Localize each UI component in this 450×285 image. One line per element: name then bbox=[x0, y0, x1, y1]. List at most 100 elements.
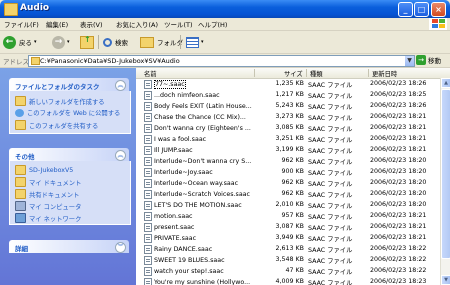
file-row[interactable]: Interlude~Scratch Voices.saac 962 KB SAAC … bbox=[136, 189, 450, 199]
file-size: 1,235 KB bbox=[275, 80, 304, 87]
file-name-cell[interactable]: I was a fool.saac bbox=[144, 135, 252, 144]
file-name-cell[interactable]: Interlude~Scratch Voices.saac bbox=[144, 190, 252, 199]
menu-view[interactable]: 表示(V) bbox=[80, 19, 103, 29]
task-new-folder[interactable]: 新しいフォルダを作成する bbox=[15, 96, 105, 106]
chevron-down-icon: ▾ bbox=[34, 39, 37, 45]
file-row[interactable]: watch your step!.saac 47 KB SAAC ファイル 2006/… bbox=[136, 266, 450, 276]
file-row[interactable]: LET'S DO THE MOTION.saac 2,010 KB SAAC ファイ… bbox=[136, 200, 450, 210]
file-type: SAAC ファイル bbox=[308, 247, 353, 254]
file-row[interactable]: Interlude~Don't wanna cry S... 962 KB SAAC… bbox=[136, 156, 450, 166]
file-name-cell[interactable]: present.saac bbox=[144, 223, 252, 232]
column-divider[interactable] bbox=[368, 69, 369, 77]
file-row[interactable]: SWEET 19 BLUES.saac 3,548 KB SAAC ファイル 2006… bbox=[136, 255, 450, 265]
file-type: SAAC ファイル bbox=[308, 203, 353, 210]
file-name-cell[interactable]: ...doch nimfeon.saac bbox=[144, 91, 252, 100]
file-name-cell[interactable]: PRIVATE.saac bbox=[144, 234, 252, 243]
file-row[interactable]: Interlude~Joy.saac 900 KB SAAC ファイル 2006/02… bbox=[136, 167, 450, 177]
address-bar: アドレス(D) C:¥Panasonic¥Data¥SD-Jukebox¥SV¥… bbox=[0, 54, 450, 68]
forward-button[interactable]: → ▾ bbox=[52, 34, 70, 50]
scroll-up-button[interactable]: ▲ bbox=[441, 78, 450, 88]
file-row[interactable]: Body Feels EXIT (Latin House... 5,243 KB S… bbox=[136, 101, 450, 111]
vertical-scrollbar[interactable]: ▲ ▼ bbox=[440, 78, 450, 285]
file-row[interactable]: PRIVATE.saac 3,949 KB SAAC ファイル 2006/02/23 … bbox=[136, 233, 450, 243]
views-icon bbox=[186, 36, 199, 48]
file-row[interactable]: Interlude~Ocean way.saac 962 KB SAAC ファイル 2… bbox=[136, 178, 450, 188]
file-name-cell[interactable]: Chase the Chance (CC Mix)... bbox=[144, 113, 252, 122]
file-name-cell[interactable]: Don't wanna cry (Eighteen's ... bbox=[144, 124, 252, 133]
task-share-folder[interactable]: このフォルダを共有する bbox=[15, 120, 98, 130]
file-list[interactable]: 名前 サイズ 種類 更新日時 77~.saac 1,235 KB SAAC ファイル… bbox=[136, 68, 450, 285]
file-row[interactable]: Chase the Chance (CC Mix)... 3,273 KB SAAC… bbox=[136, 112, 450, 122]
file-name-cell[interactable]: Interlude~Don't wanna cry S... bbox=[144, 157, 252, 166]
place-my-network[interactable]: マイ ネットワーク bbox=[15, 213, 81, 223]
scroll-down-button[interactable]: ▼ bbox=[441, 275, 450, 285]
minimize-button[interactable]: _ bbox=[398, 2, 413, 17]
close-button[interactable]: × bbox=[431, 2, 446, 17]
file-row[interactable]: Rainy DANCE.saac 2,613 KB SAAC ファイル 2006/02… bbox=[136, 244, 450, 254]
collapse-icon[interactable]: ︽ bbox=[115, 80, 126, 91]
address-dropdown-button[interactable]: ▼ bbox=[405, 56, 414, 66]
place-my-computer[interactable]: マイ コンピュータ bbox=[15, 201, 81, 211]
column-name[interactable]: 名前 bbox=[144, 69, 157, 78]
file-type: SAAC ファイル bbox=[308, 258, 353, 265]
file-row[interactable]: 77~.saac 1,235 KB SAAC ファイル 2006/02/23 18:2… bbox=[136, 79, 450, 89]
address-field[interactable]: C:¥Panasonic¥Data¥SD-Jukebox¥SV¥Audio ▼ bbox=[28, 55, 415, 67]
place-my-documents[interactable]: マイ ドキュメント bbox=[15, 177, 81, 187]
column-date[interactable]: 更新日時 bbox=[372, 69, 397, 78]
file-name-cell[interactable]: SWEET 19 BLUES.saac bbox=[144, 256, 252, 265]
file-row[interactable]: You're my sunshine (Hollywo... 4,009 KB SA… bbox=[136, 277, 450, 285]
back-button[interactable]: ← 戻る ▾ bbox=[3, 34, 37, 50]
tasks-panel-header[interactable]: ファイルとフォルダのタスク ︽ bbox=[9, 78, 129, 91]
task-publish-web[interactable]: このフォルダを Web に公開する bbox=[15, 108, 120, 117]
file-row[interactable]: motion.saac 957 KB SAAC ファイル 2006/02/23 18:… bbox=[136, 211, 450, 221]
folders-button[interactable]: フォルダ bbox=[140, 34, 183, 50]
expand-icon[interactable]: ︾ bbox=[115, 242, 126, 253]
menu-favorites[interactable]: お気に入り(A) bbox=[116, 19, 158, 29]
menu-edit[interactable]: 編集(E) bbox=[46, 19, 68, 29]
menu-tools[interactable]: ツール(T) bbox=[164, 19, 193, 29]
folder-icon bbox=[4, 3, 18, 16]
place-label: マイ ネットワーク bbox=[29, 215, 82, 223]
file-row[interactable]: present.saac 3,087 KB SAAC ファイル 2006/02/23 … bbox=[136, 222, 450, 232]
file-name-cell[interactable]: Interlude~Ocean way.saac bbox=[144, 179, 252, 188]
place-shared-documents[interactable]: 共有ドキュメント bbox=[15, 189, 79, 199]
maximize-button[interactable]: □ bbox=[414, 2, 429, 17]
scroll-thumb[interactable] bbox=[441, 89, 450, 259]
search-button[interactable]: 検索 bbox=[103, 34, 128, 50]
file-row[interactable]: Ill JUMP.saac 3,199 KB SAAC ファイル 2006/02/23… bbox=[136, 145, 450, 155]
file-row[interactable]: I was a fool.saac 3,251 KB SAAC ファイル 2006/0… bbox=[136, 134, 450, 144]
title-bar[interactable]: Audio _ □ × bbox=[0, 0, 450, 18]
file-size: 3,087 KB bbox=[275, 223, 304, 230]
file-name-cell[interactable]: LET'S DO THE MOTION.saac bbox=[144, 201, 252, 210]
column-size[interactable]: サイズ bbox=[284, 69, 303, 78]
details-header[interactable]: 詳細 ︾ bbox=[9, 240, 129, 253]
column-divider[interactable] bbox=[306, 69, 307, 77]
other-places-header[interactable]: その他 ︽ bbox=[9, 148, 129, 161]
file-row[interactable]: ...doch nimfeon.saac 1,217 KB SAAC ファイル 200… bbox=[136, 90, 450, 100]
file-name-cell[interactable]: Body Feels EXIT (Latin House... bbox=[144, 102, 252, 111]
file-name-cell[interactable]: watch your step!.saac bbox=[144, 267, 252, 276]
file-date: 2006/02/23 18:20 bbox=[370, 190, 427, 197]
go-arrow-icon: → bbox=[416, 55, 426, 65]
file-name-cell[interactable]: Interlude~Joy.saac bbox=[144, 168, 252, 177]
go-button[interactable]: → 移動 bbox=[416, 55, 441, 65]
computer-icon bbox=[15, 201, 26, 211]
collapse-icon[interactable]: ︽ bbox=[115, 150, 126, 161]
file-name-cell[interactable]: motion.saac bbox=[144, 212, 252, 221]
file-name-cell[interactable]: Rainy DANCE.saac bbox=[144, 245, 252, 254]
file-name-cell[interactable]: 77~.saac bbox=[144, 80, 252, 89]
file-date: 2006/02/23 18:21 bbox=[370, 212, 427, 219]
menu-file[interactable]: ファイル(F) bbox=[4, 19, 39, 29]
audio-file-icon bbox=[144, 201, 152, 210]
column-type[interactable]: 種類 bbox=[310, 69, 323, 78]
views-button[interactable]: ▾ bbox=[186, 34, 204, 50]
file-type: SAAC ファイル bbox=[308, 214, 353, 221]
column-divider[interactable] bbox=[254, 69, 255, 77]
file-name-cell[interactable]: You're my sunshine (Hollywo... bbox=[144, 278, 252, 285]
up-folder-button[interactable]: ↑ bbox=[80, 34, 94, 50]
details-title: 詳細 bbox=[15, 245, 28, 253]
menu-help[interactable]: ヘルプ(H) bbox=[198, 19, 227, 29]
file-row[interactable]: Don't wanna cry (Eighteen's ... 3,085 KB S… bbox=[136, 123, 450, 133]
file-name-cell[interactable]: Ill JUMP.saac bbox=[144, 146, 252, 155]
place-sd-jukebox[interactable]: SD-JukeboxV5 bbox=[15, 165, 73, 175]
